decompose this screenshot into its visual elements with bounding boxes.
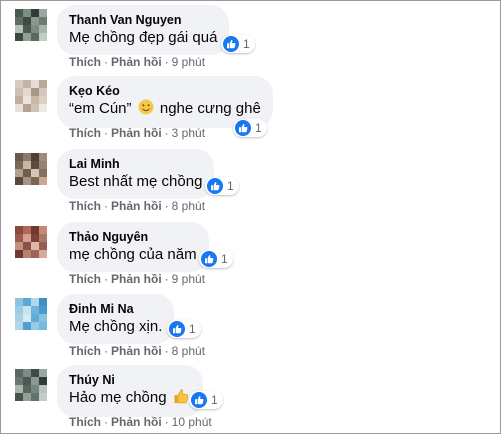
commenter-name[interactable]: Kẹo Kéo	[69, 83, 261, 99]
comment-actions: Thích · Phản hồi · 8 phút	[69, 199, 206, 213]
avatar[interactable]	[15, 9, 47, 41]
commenter-name[interactable]: Đinh Mi Na	[69, 301, 162, 317]
reaction-count: 1	[189, 322, 196, 336]
like-link[interactable]: Thích	[69, 55, 101, 69]
like-icon	[191, 392, 207, 408]
comment-time[interactable]: 9 phút	[172, 272, 205, 286]
comment-text: “em Cún” nghe cưng ghê	[69, 99, 261, 120]
comment-text-part: “em Cún”	[69, 100, 132, 117]
comment: Lai Minh Best nhất mẹ chồng 1 Thích · Phản…	[1, 149, 500, 221]
reply-link[interactable]: Phản hồi	[111, 344, 162, 358]
thumbs-up-emoji-icon	[173, 388, 189, 409]
reaction-count: 1	[255, 121, 262, 135]
comments-panel: Thanh Van Nguyen Mẹ chồng đẹp gái quá 1 …	[0, 0, 501, 434]
comment: Thanh Van Nguyen Mẹ chồng đẹp gái quá 1 …	[1, 5, 500, 77]
comment: Đinh Mi Na Mẹ chồng xịn. 1 Thích · Phản hồ…	[1, 294, 500, 366]
comment-time[interactable]: 9 phút	[172, 55, 205, 69]
reply-link[interactable]: Phản hồi	[111, 415, 162, 429]
like-icon	[201, 251, 217, 267]
comment-text: Mẹ chồng xịn.	[69, 318, 163, 335]
like-link[interactable]: Thích	[69, 199, 101, 213]
avatar[interactable]	[15, 369, 47, 401]
comment: Kẹo Kéo “em Cún” nghe cưng ghê 1 Thích · P…	[1, 76, 500, 148]
like-icon	[169, 321, 185, 337]
commenter-name[interactable]: Lai Minh	[69, 156, 202, 172]
avatar[interactable]	[15, 298, 47, 330]
comment-text: Hảo mẹ chồng	[69, 388, 191, 409]
comment-time[interactable]: 10 phút	[172, 415, 212, 429]
comment: Thúy Ni Hảo mẹ chồng 1 Thích · Phản hồi · 10…	[1, 365, 500, 433]
like-icon	[223, 36, 239, 52]
reaction-badge[interactable]: 1	[167, 320, 201, 338]
reaction-count: 1	[243, 37, 250, 51]
comment-bubble: Thảo Nguyên mẹ chồng của năm	[57, 222, 209, 272]
comment: Thảo Nguyên mẹ chồng của năm 1 Thích · Phả…	[1, 222, 500, 294]
like-link[interactable]: Thích	[69, 415, 101, 429]
comment-bubble: Đinh Mi Na Mẹ chồng xịn.	[57, 294, 175, 344]
comment-actions: Thích · Phản hồi · 8 phút	[69, 344, 206, 358]
reaction-count: 1	[211, 393, 218, 407]
comment-actions: Thích · Phản hồi · 9 phút	[69, 272, 206, 286]
comment-time[interactable]: 8 phút	[172, 344, 205, 358]
comment-bubble: Thúy Ni Hảo mẹ chồng	[57, 365, 203, 417]
comment-time[interactable]: 3 phút	[172, 126, 205, 140]
like-link[interactable]: Thích	[69, 126, 101, 140]
comment-time[interactable]: 8 phút	[172, 199, 205, 213]
comment-actions: Thích · Phản hồi · 9 phút	[69, 55, 206, 69]
reaction-badge[interactable]: 1	[233, 119, 267, 137]
commenter-name[interactable]: Thúy Ni	[69, 372, 191, 388]
reply-link[interactable]: Phản hồi	[111, 126, 162, 140]
comment-text: mẹ chồng của năm	[69, 246, 197, 263]
commenter-name[interactable]: Thảo Nguyên	[69, 229, 197, 245]
reaction-badge[interactable]: 1	[205, 177, 239, 195]
reply-link[interactable]: Phản hồi	[111, 199, 162, 213]
reaction-count: 1	[227, 179, 234, 193]
like-icon	[235, 120, 251, 136]
avatar[interactable]	[15, 80, 47, 112]
comment-text: Mẹ chồng đẹp gái quá	[69, 29, 218, 46]
smiling-face-icon	[138, 99, 154, 120]
comment-bubble: Lai Minh Best nhất mẹ chồng	[57, 149, 215, 199]
comment-text: Best nhất mẹ chồng	[69, 173, 203, 190]
comment-text-part: nghe cưng ghê	[159, 100, 261, 117]
comment-text-part: Hảo mẹ chồng	[69, 389, 167, 406]
like-link[interactable]: Thích	[69, 272, 101, 286]
reaction-badge[interactable]: 1	[199, 250, 233, 268]
reaction-badge[interactable]: 1	[221, 35, 255, 53]
reply-link[interactable]: Phản hồi	[111, 272, 162, 286]
commenter-name[interactable]: Thanh Van Nguyen	[69, 12, 217, 28]
reply-link[interactable]: Phản hồi	[111, 55, 162, 69]
avatar[interactable]	[15, 226, 47, 258]
like-link[interactable]: Thích	[69, 344, 101, 358]
reaction-badge[interactable]: 1	[189, 391, 223, 409]
comment-actions: Thích · Phản hồi · 3 phút	[69, 126, 206, 140]
reaction-count: 1	[221, 252, 228, 266]
comment-actions: Thích · Phản hồi · 10 phút	[69, 415, 212, 429]
avatar[interactable]	[15, 153, 47, 185]
like-icon	[207, 178, 223, 194]
comment-bubble: Thanh Van Nguyen Mẹ chồng đẹp gái quá	[57, 5, 230, 55]
